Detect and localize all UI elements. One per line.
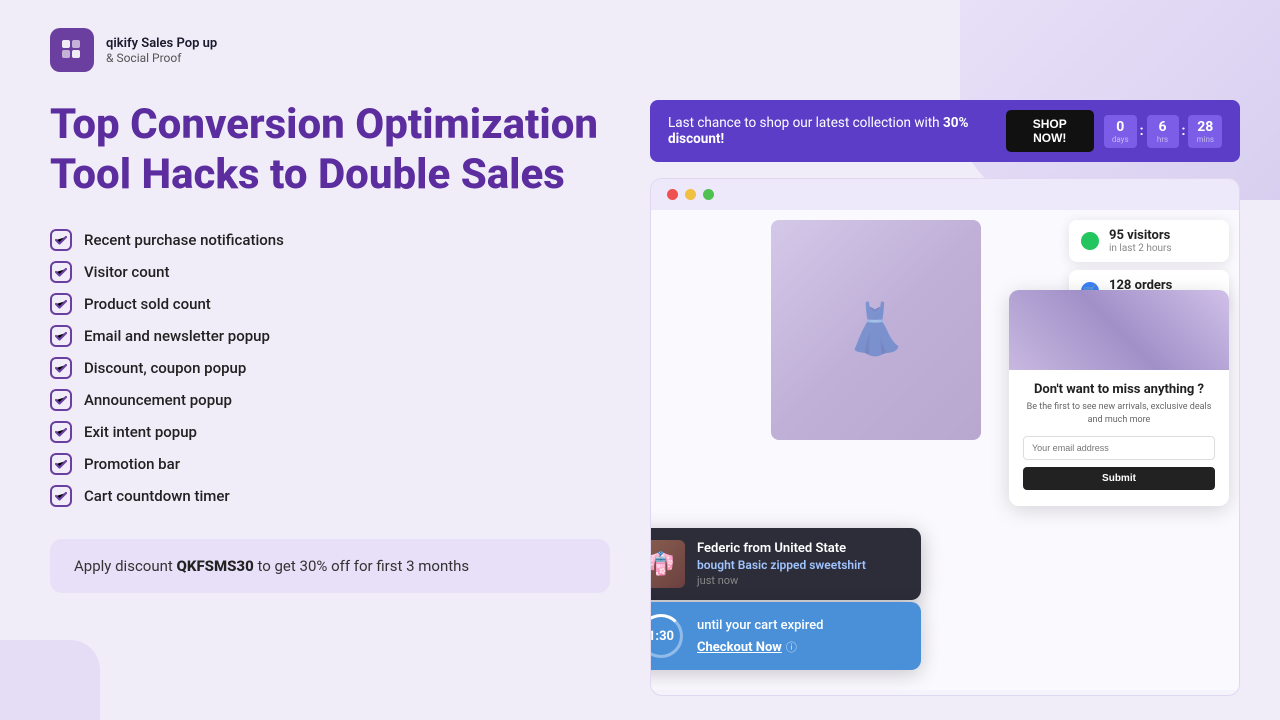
email-popup: Don't want to miss anything ? Be the fir… bbox=[1009, 290, 1229, 506]
email-popup-submit[interactable]: Submit bbox=[1023, 467, 1215, 490]
visitor-stat-text: 95 visitors in last 2 hours bbox=[1109, 228, 1172, 254]
list-item: Promotion bar bbox=[50, 453, 610, 475]
list-item: Exit intent popup bbox=[50, 421, 610, 443]
check-icon bbox=[50, 389, 72, 411]
purchase-name: Federic from United State bbox=[697, 541, 866, 556]
browser-maximize-dot bbox=[703, 189, 714, 200]
purchase-notification: 👘 Federic from United State bought Basic… bbox=[650, 528, 921, 600]
browser-close-dot bbox=[667, 189, 678, 200]
visitor-stat-card: 95 visitors in last 2 hours bbox=[1069, 220, 1229, 262]
countdown-minutes: 28 mins bbox=[1188, 115, 1222, 148]
check-icon bbox=[50, 325, 72, 347]
discount-banner: Apply discount QKFSMS30 to get 30% off f… bbox=[50, 539, 610, 593]
header: qikify Sales Pop up & Social Proof bbox=[50, 28, 1240, 72]
left-panel: Top Conversion Optimization Tool Hacks t… bbox=[50, 100, 610, 696]
list-item: Cart countdown timer bbox=[50, 485, 610, 507]
list-item: Visitor count bbox=[50, 261, 610, 283]
check-icon bbox=[50, 453, 72, 475]
check-icon bbox=[50, 421, 72, 443]
check-icon bbox=[50, 357, 72, 379]
visitor-status-dot bbox=[1081, 232, 1099, 250]
email-popup-input[interactable] bbox=[1023, 436, 1215, 460]
check-icon bbox=[50, 229, 72, 251]
list-item: Announcement popup bbox=[50, 389, 610, 411]
email-popup-body: Don't want to miss anything ? Be the fir… bbox=[1009, 370, 1229, 490]
countdown-hours: 6 hrs bbox=[1147, 115, 1179, 148]
purchase-time: just now bbox=[697, 574, 866, 587]
countdown-days: 0 days bbox=[1104, 115, 1137, 148]
discount-prefix: Apply discount bbox=[74, 557, 177, 575]
cart-expiry-text: until your cart expired bbox=[697, 618, 824, 633]
logo-text: qikify Sales Pop up & Social Proof bbox=[106, 36, 217, 65]
purchase-product: bought Basic zipped sweetshirt bbox=[697, 558, 866, 572]
promo-bar-text: Last chance to shop our latest collectio… bbox=[668, 115, 1006, 147]
app-subtitle: & Social Proof bbox=[106, 51, 217, 65]
right-panel: Last chance to shop our latest collectio… bbox=[650, 100, 1240, 696]
visitor-count: 95 visitors bbox=[1109, 228, 1172, 243]
app-name: qikify Sales Pop up bbox=[106, 36, 217, 51]
email-popup-subtitle: Be the first to see new arrivals, exclus… bbox=[1023, 401, 1215, 426]
list-item: Discount, coupon popup bbox=[50, 357, 610, 379]
email-popup-image bbox=[1009, 290, 1229, 370]
browser-minimize-dot bbox=[685, 189, 696, 200]
purchase-product-image: 👘 bbox=[650, 540, 685, 588]
promo-bar-right: SHOP NOW! 0 days : 6 hrs : 28 bbox=[1006, 110, 1222, 152]
discount-suffix: to get 30% off for first 3 months bbox=[254, 557, 469, 575]
browser-content: 👗 95 visitors in last 2 hours 🛒 bbox=[651, 210, 1239, 690]
feature-list: Recent purchase notifications Visitor co… bbox=[50, 229, 610, 507]
discount-code: QKFSMS30 bbox=[177, 557, 254, 575]
cart-checkout-link[interactable]: Checkout Now ⓘ bbox=[697, 636, 824, 655]
browser-titlebar bbox=[651, 179, 1239, 210]
check-icon bbox=[50, 485, 72, 507]
list-item: Recent purchase notifications bbox=[50, 229, 610, 251]
email-popup-title: Don't want to miss anything ? bbox=[1023, 382, 1215, 397]
check-icon bbox=[50, 261, 72, 283]
product-image: 👗 bbox=[771, 220, 981, 440]
list-item: Email and newsletter popup bbox=[50, 325, 610, 347]
browser-mockup: 👗 95 visitors in last 2 hours 🛒 bbox=[650, 178, 1240, 696]
visitor-sub: in last 2 hours bbox=[1109, 243, 1172, 254]
purchase-text: Federic from United State bought Basic z… bbox=[697, 541, 866, 587]
list-item: Product sold count bbox=[50, 293, 610, 315]
promo-bar: Last chance to shop our latest collectio… bbox=[650, 100, 1240, 162]
check-icon bbox=[50, 293, 72, 315]
shop-now-button[interactable]: SHOP NOW! bbox=[1006, 110, 1094, 152]
cart-timer: 1:30 bbox=[650, 614, 683, 658]
countdown-timer: 0 days : 6 hrs : 28 mins bbox=[1104, 115, 1222, 148]
cart-popup-text: until your cart expired Checkout Now ⓘ bbox=[697, 618, 824, 655]
hero-title: Top Conversion Optimization Tool Hacks t… bbox=[50, 100, 610, 201]
logo bbox=[50, 28, 94, 72]
cart-countdown-popup: 1:30 until your cart expired Checkout No… bbox=[650, 602, 921, 670]
